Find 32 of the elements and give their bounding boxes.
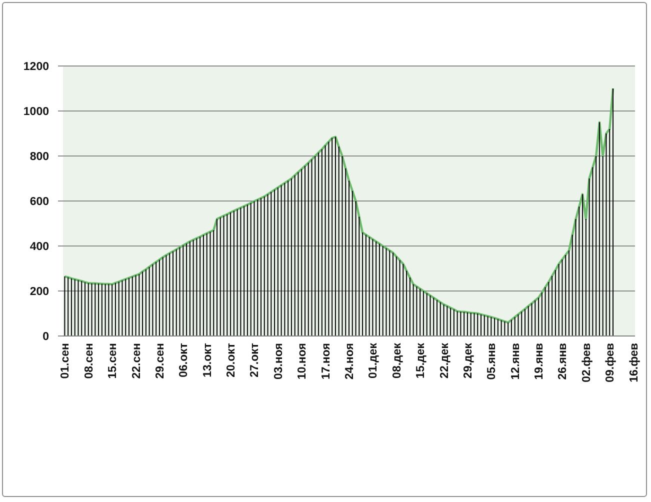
x-axis-label: 26.янв (557, 343, 570, 380)
x-axis-label: 01.дек (368, 343, 380, 378)
x-axis-label: 22.дек (438, 343, 451, 378)
y-axis-label: 1000 (23, 106, 49, 118)
x-axis-label: 22.сен (130, 343, 143, 379)
x-axis-label: 19.янв (534, 343, 546, 380)
x-axis-label: 15.дек (415, 343, 428, 378)
x-axis-label: 12.янв (510, 343, 522, 380)
x-axis-label: 27.окт (249, 343, 262, 378)
x-axis-label: 20.окт (226, 343, 238, 378)
x-axis-label: 08.дек (391, 343, 404, 378)
y-axis-label: 800 (30, 151, 49, 163)
x-axis-label: 17.ноя (320, 343, 332, 380)
x-axis-label: 05.янв (486, 343, 498, 380)
x-axis-label: 10.ноя (296, 343, 309, 380)
y-axis-label: 200 (30, 286, 49, 298)
x-axis-label: 24.ноя (344, 343, 356, 380)
y-axis-label: 400 (30, 241, 49, 253)
x-axis-label: 01.сен (60, 343, 72, 379)
x-axis-label: 13.окт (202, 343, 214, 378)
x-axis-label: 02.фев (580, 343, 593, 382)
x-axis-label: 15.сен (107, 343, 120, 379)
y-axis-label: 600 (30, 196, 49, 208)
x-axis-label: 09.фев (604, 343, 617, 382)
x-axis-label: 03.ноя (272, 343, 285, 380)
y-axis-label: 1200 (23, 61, 49, 73)
x-axis-label: 16.фев (628, 343, 640, 382)
x-axis-label: 29.дек (462, 343, 474, 378)
x-axis-label: 06.окт (178, 343, 190, 378)
x-axis-label: 29.сен (154, 343, 166, 379)
y-axis-label: 0 (42, 331, 49, 343)
x-axis-label: 08.сен (83, 343, 96, 379)
